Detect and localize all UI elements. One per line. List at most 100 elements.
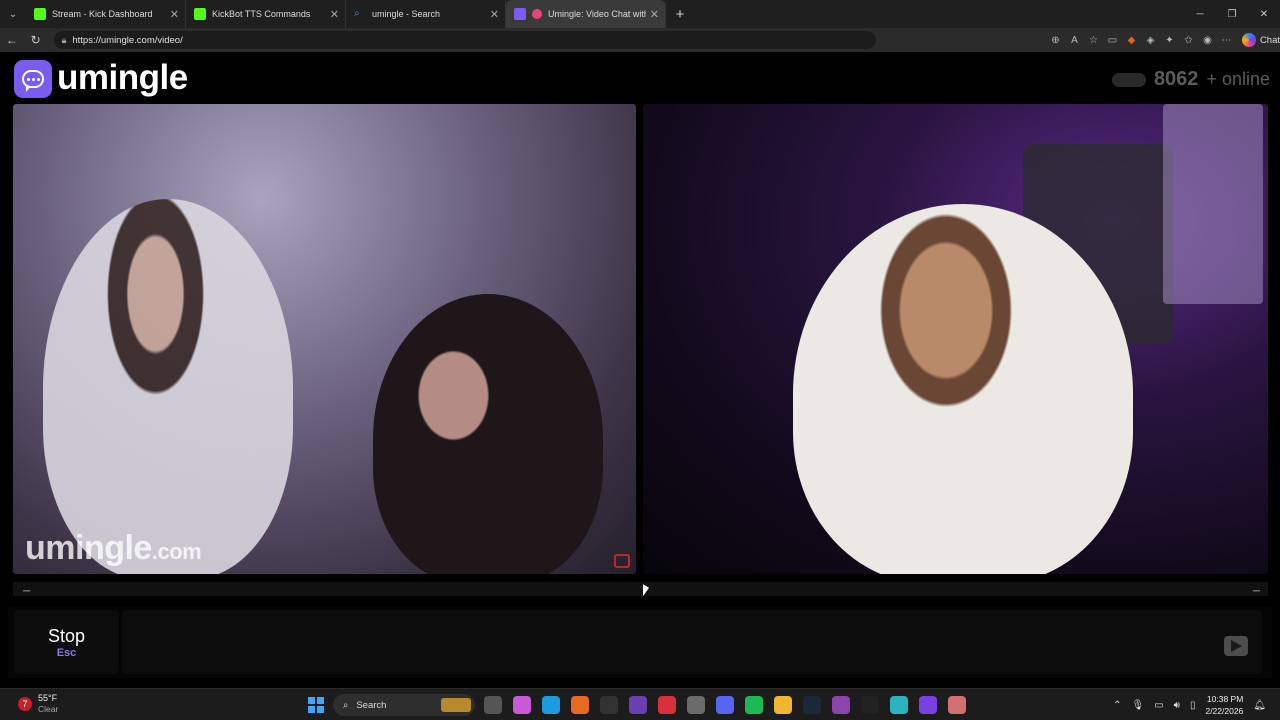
taskbar-search[interactable]: ⌕ Search [333, 694, 475, 716]
tab-umingle-search[interactable]: ⌕ umingle - Search ✕ [346, 0, 506, 28]
profile-avatar-icon[interactable]: ◉ [1198, 35, 1217, 46]
windows-start-icon[interactable] [308, 697, 324, 713]
search-highlight-icon [441, 698, 471, 712]
mouse-cursor-icon [643, 584, 649, 600]
back-arrow-icon[interactable]: ← [0, 33, 24, 47]
close-window-icon[interactable]: ✕ [1248, 0, 1280, 28]
kick-favicon-icon [194, 8, 206, 20]
chat-label: Chat [1259, 34, 1280, 46]
notification-icon[interactable]: 🔔︎ [1253, 700, 1266, 711]
fx-icon[interactable] [919, 696, 937, 714]
self-video [643, 104, 1268, 574]
stop-button[interactable]: Stop Esc [14, 610, 119, 674]
wall-panel-shape [1163, 104, 1263, 304]
tab-kickbot-tts[interactable]: KickBot TTS Commands ✕ [186, 0, 346, 28]
close-tab-icon[interactable]: ✕ [490, 8, 499, 21]
url-field[interactable]: 🔒︎ https://umingle.com/video/ [53, 31, 876, 49]
stranger-video: umingle.com [13, 104, 636, 574]
search-label: Search [356, 699, 387, 711]
recording-indicator-icon [532, 9, 542, 19]
windows-taskbar: 7 55°F Clear ⌕ Search ⌃ 🎙︎ ▭ 🔊︎ ▯ 10:38 … [0, 688, 1280, 720]
camera-icon[interactable]: ▭ [1103, 35, 1122, 46]
microphone-icon[interactable]: 🎙︎ [1131, 700, 1144, 711]
address-bar-icons: ⊕ A ☆ ▭ ◆ ◈ ✦ ✩ ◉ ⋯ [1046, 35, 1236, 46]
minimize-right-icon[interactable]: ─ [1253, 586, 1260, 597]
temperature: 55°F [38, 693, 58, 703]
tab-title: KickBot TTS Commands [212, 9, 311, 19]
tab-actions-chevron-icon[interactable]: ⌄ [0, 0, 26, 28]
more-menu-icon[interactable]: ⋯ [1217, 35, 1236, 46]
umingle-logo-icon[interactable] [14, 60, 52, 98]
favorites-icon[interactable]: ✩ [1179, 35, 1198, 46]
site-logo-text[interactable]: umingle [57, 58, 188, 98]
app-icon[interactable] [629, 696, 647, 714]
extension-diamond-icon[interactable]: ◈ [1141, 35, 1160, 46]
minimize-icon[interactable]: ─ [1184, 0, 1216, 28]
network-icon[interactable]: ▭ [1154, 700, 1163, 711]
stop-shortcut: Esc [56, 646, 77, 659]
report-flag-icon[interactable] [614, 554, 630, 568]
copilot-chat-button[interactable]: Chat [1241, 33, 1280, 47]
app-icon[interactable] [832, 696, 850, 714]
tab-title: Umingle: Video Chat with Str [548, 9, 646, 19]
task-view-icon[interactable] [484, 696, 502, 714]
file-explorer-icon[interactable] [774, 696, 792, 714]
tab-kick-dashboard[interactable]: Stream - Kick Dashboard ✕ [26, 0, 186, 28]
chat-controls: Stop Esc [8, 606, 1272, 678]
spotify-icon[interactable] [745, 696, 763, 714]
stop-label: Stop [47, 625, 86, 646]
volume-icon[interactable]: 🔊︎ [1174, 700, 1180, 711]
tab-title: umingle - Search [372, 9, 441, 19]
online-count: 8062 [1153, 68, 1199, 90]
firefox-icon[interactable] [571, 696, 589, 714]
maximize-icon[interactable]: ❐ [1216, 0, 1248, 28]
kick-favicon-icon [34, 8, 46, 20]
obs-icon[interactable] [600, 696, 618, 714]
tab-title: Stream - Kick Dashboard [52, 9, 153, 19]
read-aloud-icon[interactable]: A [1065, 35, 1084, 46]
umingle-watermark: umingle.com [25, 529, 202, 567]
browser-tab-bar: ⌄ Stream - Kick Dashboard ✕ KickBot TTS … [0, 0, 1280, 28]
close-tab-icon[interactable]: ✕ [330, 8, 339, 21]
date-text: 2/22/2026 [1205, 706, 1244, 716]
lock-icon: 🔒︎ [61, 34, 67, 45]
weather-alert-icon: 7 [18, 696, 32, 711]
search-icon: ⌕ [343, 699, 349, 711]
zoom-icon[interactable]: ⊕ [1046, 35, 1065, 46]
new-tab-button[interactable]: + [666, 0, 694, 28]
edge-icon[interactable] [542, 696, 560, 714]
person-figure [373, 294, 603, 574]
app-icon[interactable] [890, 696, 908, 714]
refresh-icon[interactable]: ↻ [24, 33, 48, 47]
discord-icon[interactable] [716, 696, 734, 714]
extension-icon[interactable]: ◆ [1122, 35, 1141, 46]
site-header: umingle 8062 + online [0, 52, 1280, 104]
time-text: 10:38 PM [1206, 694, 1244, 704]
chevron-up-icon[interactable]: ⌃ [1113, 700, 1121, 711]
video-divider-bar: ─ ─ [13, 582, 1268, 597]
app-icon[interactable] [658, 696, 676, 714]
itunes-icon[interactable] [687, 696, 705, 714]
battery-icon[interactable]: ▯ [1190, 700, 1196, 711]
steam-icon[interactable] [803, 696, 821, 714]
extensions-puzzle-icon[interactable]: ✦ [1160, 35, 1179, 46]
close-tab-icon[interactable]: ✕ [170, 8, 179, 21]
minimize-left-icon[interactable]: ─ [23, 586, 30, 597]
app-icon[interactable] [948, 696, 966, 714]
search-favicon-icon: ⌕ [354, 8, 360, 19]
send-icon[interactable] [1224, 636, 1248, 656]
close-tab-icon[interactable]: ✕ [650, 8, 659, 21]
clock[interactable]: 10:38 PM 2/22/2026 [1205, 693, 1243, 717]
app-icon[interactable] [861, 696, 879, 714]
umingle-favicon-icon [514, 8, 526, 20]
theme-toggle[interactable] [1111, 72, 1146, 87]
url-text: https://umingle.com/video/ [72, 34, 183, 46]
person-figure [43, 199, 293, 574]
copilot-app-icon[interactable] [513, 696, 531, 714]
weather-widget[interactable]: 7 55°F Clear [18, 693, 58, 714]
tab-umingle-video[interactable]: Umingle: Video Chat with Str ✕ [506, 0, 666, 28]
favorite-star-icon[interactable]: ☆ [1084, 35, 1103, 46]
taskbar-apps [484, 696, 966, 714]
window-controls: ─ ❐ ✕ [1184, 0, 1280, 28]
chat-message-input[interactable] [122, 610, 1262, 674]
